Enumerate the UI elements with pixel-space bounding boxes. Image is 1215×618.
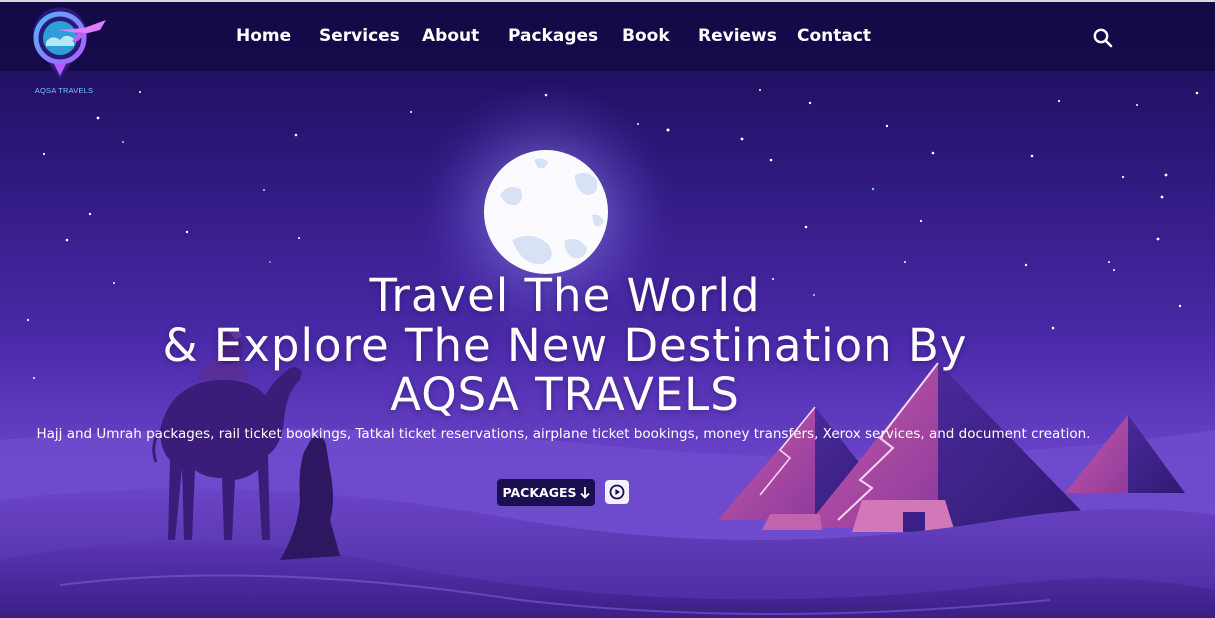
nav-about[interactable]: About bbox=[422, 26, 479, 46]
arrow-down-icon bbox=[579, 487, 590, 499]
brand-logo[interactable]: AQSA TRAVELS bbox=[28, 6, 112, 96]
hero-title-line-1: Travel The World bbox=[369, 269, 761, 322]
navbar: AQSA TRAVELS Home Services About Package… bbox=[0, 0, 1215, 95]
hero-section: AQSA TRAVELS Home Services About Package… bbox=[0, 0, 1215, 618]
nav-services[interactable]: Services bbox=[319, 26, 400, 46]
hero-title-line-3: AQSA TRAVELS bbox=[390, 368, 740, 421]
play-icon bbox=[609, 484, 625, 500]
packages-button[interactable]: PACKAGES bbox=[497, 479, 595, 506]
packages-button-label: PACKAGES bbox=[502, 485, 577, 500]
search-icon bbox=[1093, 28, 1113, 48]
logo-icon bbox=[33, 7, 106, 81]
nav-reviews[interactable]: Reviews bbox=[698, 26, 777, 46]
search-button[interactable] bbox=[1092, 27, 1114, 49]
brand-name: AQSA TRAVELS bbox=[34, 86, 94, 95]
hero-title-line-2: & Explore The New Destination By bbox=[162, 319, 968, 372]
play-video-button[interactable] bbox=[605, 480, 629, 504]
hero-description: Hajj and Umrah packages, rail ticket boo… bbox=[36, 426, 1091, 442]
nav-packages[interactable]: Packages bbox=[508, 26, 598, 46]
nav-book[interactable]: Book bbox=[622, 26, 670, 46]
nav-contact[interactable]: Contact bbox=[797, 26, 871, 46]
nav-home[interactable]: Home bbox=[236, 26, 291, 46]
